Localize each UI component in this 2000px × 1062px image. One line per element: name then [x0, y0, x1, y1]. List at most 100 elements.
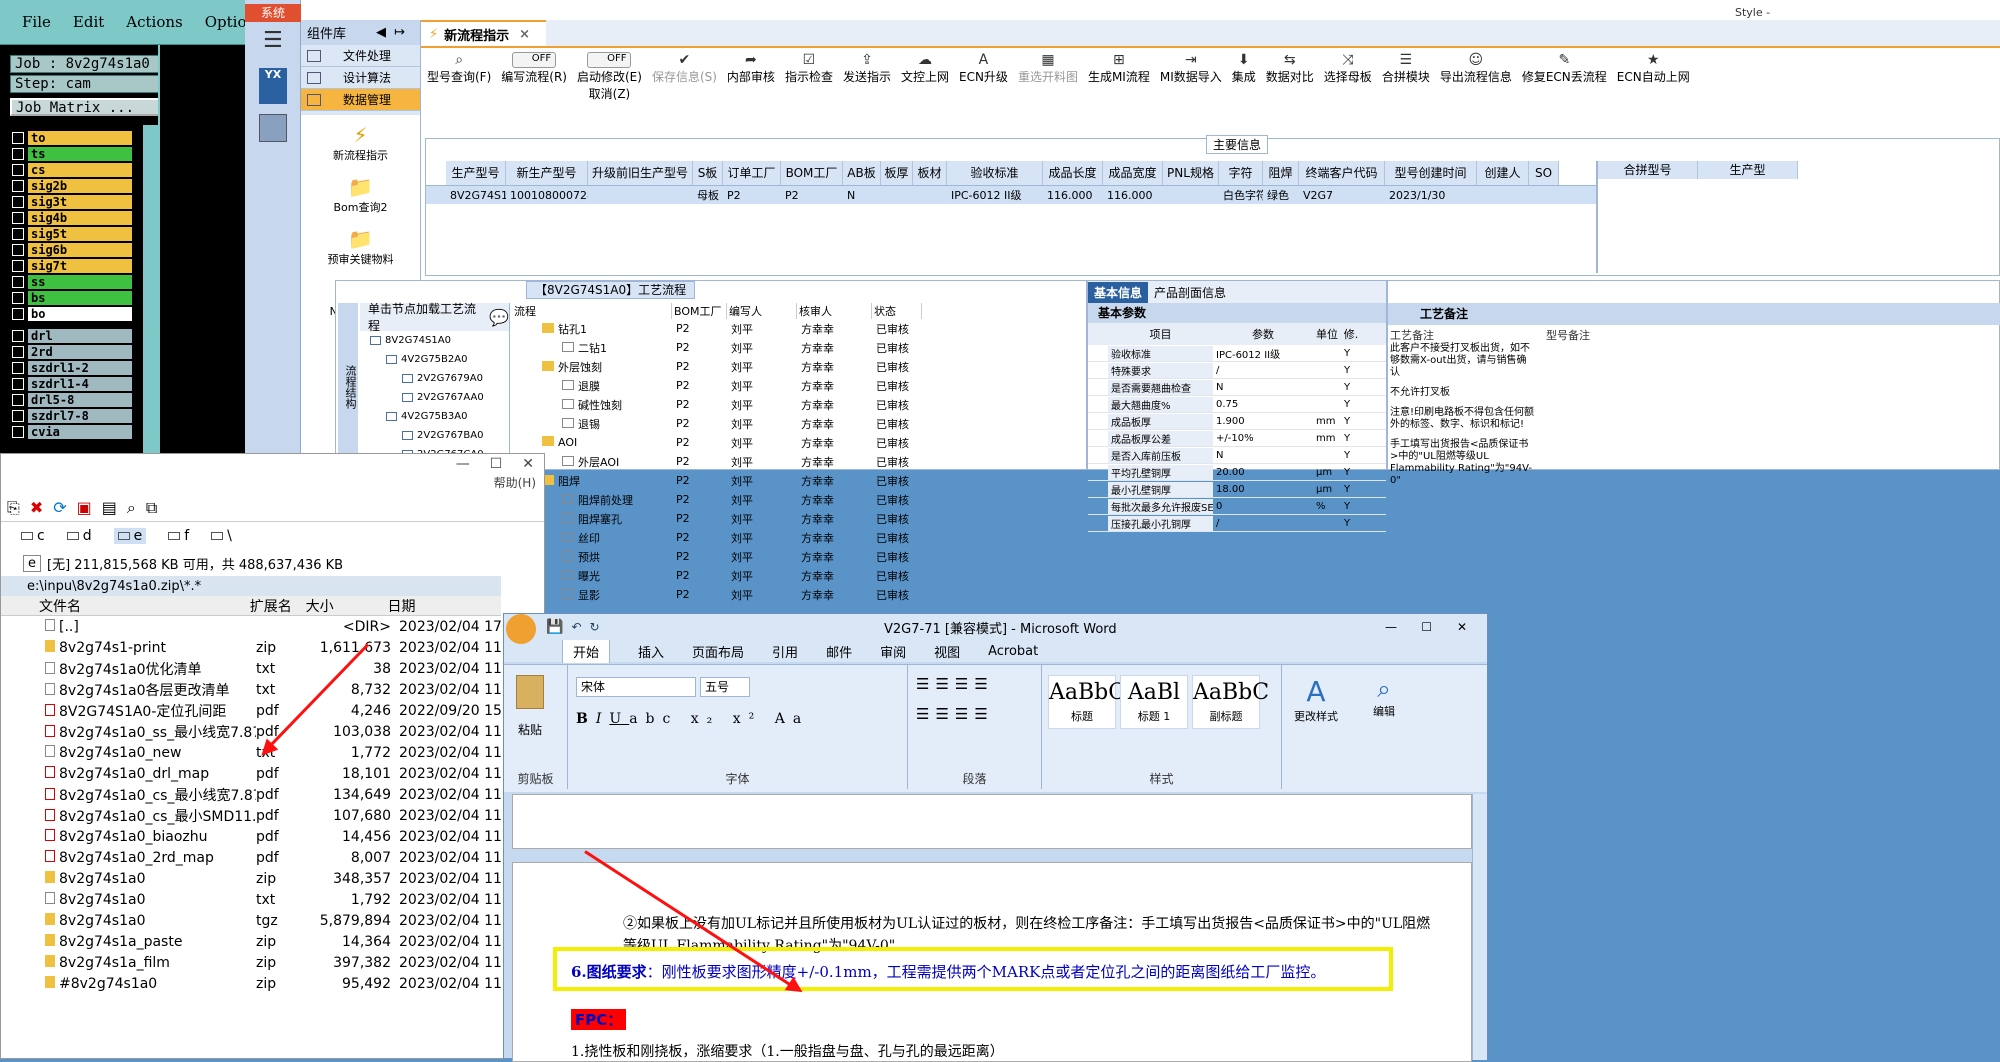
layer-row[interactable]: sig6b [12, 242, 132, 257]
param-row[interactable]: 成品板厚公差 +/-10% mm Y [1088, 430, 1386, 447]
page-body[interactable]: ②如果板上没有加UL标记并且所使用板材为UL认证过的板材，则在终检工序备注：手工… [512, 862, 1472, 1062]
list-buttons[interactable]: ☰☰☰☰ [916, 675, 994, 693]
tree-node[interactable]: 2V2G7679A0 [360, 369, 509, 388]
column-header[interactable]: 流程 [512, 303, 672, 319]
column-header[interactable]: 核审人 [797, 303, 872, 319]
close-icon[interactable]: × [519, 27, 530, 42]
layer-checkbox[interactable] [12, 377, 24, 390]
column-header[interactable]: 单位 [1313, 326, 1341, 342]
layer-checkbox[interactable] [12, 345, 24, 358]
ribbon-tab[interactable]: Acrobat [988, 644, 1038, 659]
module-item[interactable]: 文件处理 [301, 45, 420, 67]
flow-row[interactable]: 退膜 P2 刘平 方幸幸 已审核 [512, 376, 1087, 395]
remark-text[interactable]: 此客户不接受打叉板出货，如不够数需X-out出货，请与销售确认 不允许打叉板 注意!… [1390, 343, 1535, 495]
drawing-requirement[interactable]: 6.图纸要求：刚性板要求图形精度+/-0.1mm，工程需提供两个MARK点或者定… [571, 961, 1325, 982]
app-logo-icon[interactable]: YX [259, 68, 287, 104]
drive-button[interactable]: f [168, 528, 189, 544]
structure-side-tab[interactable]: 流程结构 [338, 303, 358, 471]
toolbar-button[interactable]: ⌕ 型号查询(F) [427, 52, 491, 85]
column-header[interactable]: BOM工厂 [781, 161, 843, 185]
minimize-icon[interactable]: — [1385, 620, 1397, 634]
column-header[interactable]: SO [1529, 161, 1559, 185]
layer-checkbox[interactable] [12, 275, 24, 288]
layer-checkbox[interactable] [12, 329, 24, 342]
column-header[interactable]: 订单工厂 [723, 161, 781, 185]
fpc-heading[interactable]: FPC： [571, 1009, 627, 1030]
param-row[interactable]: 平均孔壁铜厚 20.00 μm Y [1088, 464, 1386, 481]
ribbon-tab[interactable]: 插入 [638, 642, 664, 661]
file-row[interactable]: 8v2g74s1a0 txt 1,792 2023/02/04 11:17 [1, 889, 544, 910]
system-tab[interactable]: 系统 [245, 4, 301, 22]
toolbar-button[interactable]: ★ ECN自动上网 [1617, 52, 1690, 85]
drive-button[interactable]: \ [211, 528, 232, 544]
layer-row[interactable]: 2rd [12, 344, 132, 359]
column-header[interactable]: 型号创建时间 [1385, 161, 1477, 185]
column-header[interactable]: 升级前旧生产型号 [588, 161, 693, 185]
layer-row[interactable]: cvia [12, 424, 132, 439]
column-header[interactable]: S板 [693, 161, 723, 185]
toolbar-button[interactable]: ⇪ 发送指示 [843, 52, 891, 85]
toolbar-button[interactable]: ✎ 修复ECN丢流程 [1522, 52, 1607, 85]
paste-icon[interactable] [516, 675, 544, 709]
style-label[interactable]: Style - [1735, 6, 1770, 19]
param-row[interactable]: 每批次最多允许报废SET 0% Y [1088, 498, 1386, 515]
column-header[interactable]: 编写人 [727, 303, 797, 319]
toolbar-button[interactable]: ⤨ 选择母板 [1324, 52, 1372, 85]
file-row[interactable]: 8v2g74s1a0_cs_最小线宽7.870 pdf 134,649 2023/02… [1, 784, 544, 805]
copy-icon[interactable]: ⎘ [7, 498, 20, 518]
drive-select[interactable]: e [23, 554, 41, 572]
param-row[interactable]: 是否入库前压板 N Y [1088, 447, 1386, 464]
flow-row[interactable]: 阻焊塞孔 P2 刘平 方幸幸 已审核 [512, 509, 1087, 528]
flow-row[interactable]: 显影 P2 刘平 方幸幸 已审核 [512, 585, 1087, 604]
style-gallery-item[interactable]: AaBbC 标题 [1048, 675, 1125, 729]
menu-edit[interactable]: Edit [73, 13, 104, 31]
drive-button[interactable]: c [21, 528, 45, 544]
flow-row[interactable]: 外层AOI P2 刘平 方幸幸 已审核 [512, 452, 1087, 471]
tab-basic-info[interactable]: 基本信息 [1088, 281, 1149, 303]
flow-row[interactable]: 预烘 P2 刘平 方幸幸 已审核 [512, 547, 1087, 566]
change-styles-button[interactable]: A 更改样式 [1286, 675, 1346, 724]
undo-icon[interactable]: ↶ [571, 620, 581, 634]
flow-row[interactable]: 退锡 P2 刘平 方幸幸 已审核 [512, 414, 1087, 433]
close-icon[interactable]: ✕ [522, 456, 534, 472]
layer-checkbox[interactable] [12, 291, 24, 304]
column-header[interactable]: 板厚 [881, 161, 913, 185]
file-row[interactable]: 8v2g74s1a0 tgz 5,879,894 2023/02/04 11:18 [1, 910, 544, 931]
minimize-icon[interactable]: — [456, 456, 470, 472]
param-row[interactable]: 压接孔最小孔铜厚 / Y [1088, 515, 1386, 532]
toolbar-button[interactable]: ☺ 导出流程信息 [1440, 52, 1512, 85]
maximize-icon[interactable]: ☐ [1421, 620, 1432, 634]
column-header[interactable]: 终端客户代码 [1299, 161, 1385, 185]
toolbar-button[interactable]: ☁ 文控上网 [901, 52, 949, 85]
layer-checkbox[interactable] [12, 361, 24, 374]
align-buttons[interactable]: ☰☰☰☰ [916, 705, 994, 723]
column-header[interactable]: 字符 [1219, 161, 1263, 185]
layer-row[interactable]: drl [12, 328, 132, 343]
calculator-icon[interactable] [259, 114, 287, 142]
toolbar-button[interactable]: ⇆ 数据对比 [1266, 52, 1314, 85]
file-row[interactable]: 8v2g74s1a0_ss_最小线宽7.870 pdf 103,038 2023/02… [1, 721, 544, 742]
file-row[interactable]: 8v2g74s1a0优化清单 txt 38 2023/02/04 11:12 [1, 658, 544, 679]
param-row[interactable]: 最大翘曲度% 0.75 Y [1088, 396, 1386, 413]
layer-row[interactable]: bs [12, 290, 132, 305]
side-item[interactable]: ⚡ 新流程指示 [301, 115, 420, 167]
flow-row[interactable]: 阻焊 P2 刘平 方幸幸 已审核 [512, 471, 1087, 490]
toolbar-button[interactable]: ▦ 重选开料图 [1018, 52, 1078, 85]
page-top[interactable] [512, 794, 1472, 849]
search-icon[interactable]: ⌕ [127, 498, 136, 518]
column-header[interactable]: 状态 [872, 303, 922, 319]
layer-checkbox[interactable] [12, 147, 24, 160]
ribbon-tab[interactable]: 开始 [562, 639, 611, 663]
flow-row[interactable]: 丝印 P2 刘平 方幸幸 已审核 [512, 528, 1087, 547]
pin-icon[interactable]: ↦ [394, 25, 405, 40]
layer-row[interactable]: szdrl7-8 [12, 408, 132, 423]
toolbar-button[interactable]: ⬇ 集成 [1232, 52, 1256, 85]
fm-help-menu[interactable]: 帮助(H) [1, 474, 544, 494]
cam-canvas[interactable] [158, 45, 245, 460]
layer-checkbox[interactable] [12, 259, 24, 272]
toolbar-button[interactable]: A ECN升级 [959, 52, 1008, 85]
ribbon-tab[interactable]: 邮件 [826, 642, 852, 661]
layer-row[interactable]: sig3t [12, 194, 132, 209]
flow-row[interactable]: 外层蚀刻 P2 刘平 方幸幸 已审核 [512, 357, 1087, 376]
layer-row[interactable]: sig5t [12, 226, 132, 241]
